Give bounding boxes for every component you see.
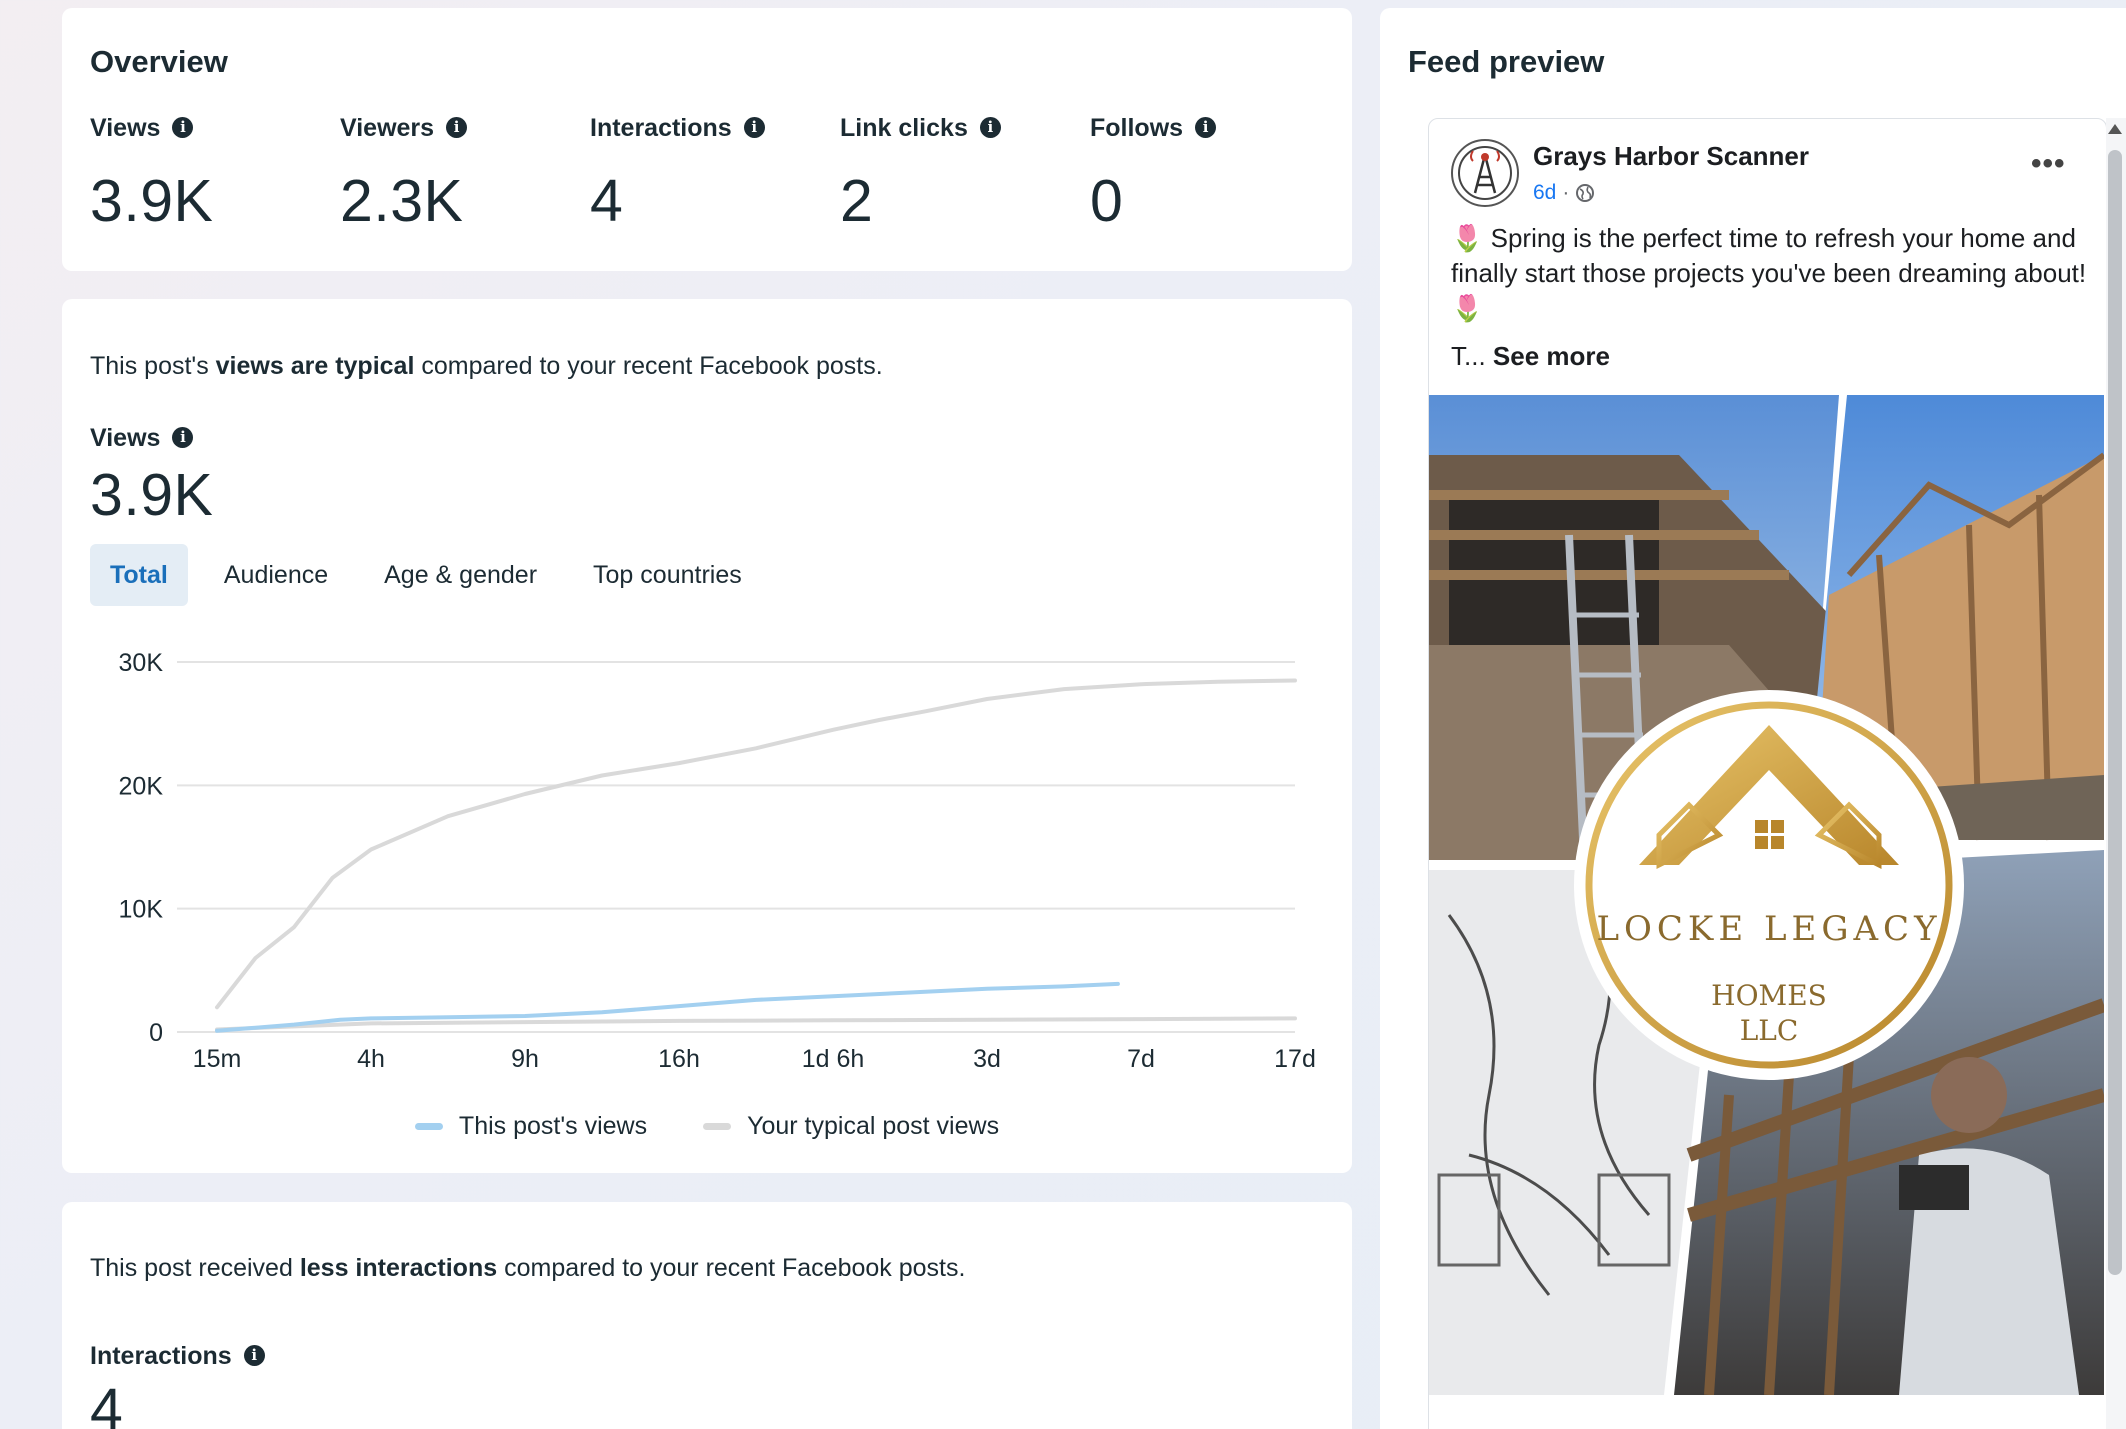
interactions-comparison-text: This post received less interactions com… (90, 1254, 965, 1283)
legend-item-this-post: This post's views (414, 1112, 648, 1141)
stat-follows: Follows i 0 (1090, 114, 1340, 235)
post-meta: 6d · (1533, 181, 1595, 205)
x-tick-label: 9h (511, 1045, 539, 1073)
stat-label: Interactions (590, 114, 732, 142)
series-line-1 (215, 678, 1297, 1010)
tab-top-countries[interactable]: Top countries (573, 544, 762, 606)
info-icon[interactable]: i (172, 116, 194, 138)
info-icon[interactable]: i (446, 116, 468, 138)
stat-label: Views (90, 114, 161, 142)
sentence-post: compared to your recent Facebook posts. (497, 1254, 966, 1282)
tulip-icon: 🌷 (1451, 293, 1484, 323)
stats-row: Views i 3.9K Viewers i 2.3K Interactions i … (90, 114, 1340, 235)
sentence-pre: This post's (90, 352, 216, 380)
scrollbar-thumb[interactable] (2108, 150, 2122, 1275)
post-body-text: Spring is the perfect time to refresh yo… (1451, 223, 2087, 288)
x-tick-label: 4h (357, 1045, 385, 1073)
truncated-text: T... (1451, 341, 1486, 371)
tulip-icon: 🌷 (1451, 223, 1484, 253)
overview-title: Overview (90, 44, 228, 79)
logo-text-line2: HOMES (1711, 979, 1827, 1012)
info-icon[interactable]: i (243, 1344, 265, 1366)
tab-age-gender[interactable]: Age & gender (364, 544, 557, 606)
stat-views: Views i 3.9K (90, 114, 340, 235)
stat-value: 4 (590, 168, 624, 234)
meta-separator: · (1562, 181, 1570, 204)
legend-swatch (703, 1123, 732, 1130)
legend-label: This post's views (458, 1112, 648, 1140)
y-tick-label: 30K (119, 649, 164, 677)
stat-value: 0 (1090, 168, 1124, 234)
x-tick-label: 7d (1127, 1045, 1155, 1073)
info-icon[interactable]: i (743, 116, 765, 138)
stat-value: 3.9K (90, 168, 214, 234)
more-options-icon[interactable]: ••• (2031, 147, 2066, 181)
post-body: 🌷 Spring is the perfect time to refresh … (1451, 221, 2091, 326)
views-comparison-text: This post's views are typical compared t… (90, 352, 883, 381)
stat-label: Link clicks (840, 114, 968, 142)
facebook-post-preview: Grays Harbor Scanner 6d · ••• 🌷 Spring i… (1428, 118, 2107, 1429)
interactions-metric-label: Interactions (90, 1342, 232, 1370)
radio-tower-icon (1458, 146, 1512, 200)
legend-label: Your typical post views (747, 1112, 1000, 1140)
info-icon[interactable]: i (1195, 116, 1217, 138)
views-line-chart: 30K 20K 10K 0 15m 4h 9h 16h 1d 6h 3d 7d 17d (119, 649, 1316, 1073)
y-tick-label: 0 (149, 1019, 163, 1047)
interactions-metric-value: 4 (90, 1377, 124, 1429)
info-icon[interactable]: i (979, 116, 1001, 138)
logo-text-line1: LOCKE LEGACY (1596, 909, 1941, 949)
logo-text-line3: LLC (1740, 1014, 1799, 1047)
post-truncated-line: T... See more (1451, 339, 1610, 374)
sentence-post: compared to your recent Facebook posts. (414, 352, 883, 380)
x-tick-label: 17d (1274, 1045, 1316, 1073)
stat-link-clicks: Link clicks i 2 (840, 114, 1090, 235)
globe-icon (1576, 184, 1595, 202)
y-tick-label: 10K (119, 896, 164, 924)
post-image[interactable]: LOCKE LEGACY HOMES LLC (1429, 395, 2104, 1395)
stat-label: Viewers (340, 114, 435, 142)
stat-value: 2.3K (340, 168, 464, 234)
interactions-card: This post received less interactions com… (62, 1202, 1352, 1429)
feed-preview-title: Feed preview (1408, 44, 1605, 79)
x-tick-label: 1d 6h (802, 1045, 865, 1073)
legend-item-typical: Your typical post views (703, 1112, 999, 1141)
stat-label: Follows (1090, 114, 1184, 142)
stat-interactions: Interactions i 4 (590, 114, 840, 235)
stat-viewers: Viewers i 2.3K (340, 114, 590, 235)
tab-audience[interactable]: Audience (204, 544, 348, 606)
sentence-bold: views are typical (215, 352, 415, 380)
info-icon[interactable]: i (172, 426, 194, 448)
tab-total[interactable]: Total (90, 544, 188, 606)
page-avatar[interactable] (1451, 139, 1519, 207)
views-metric-value: 3.9K (90, 462, 214, 528)
scroll-up-arrow-icon[interactable] (2108, 124, 2122, 134)
x-tick-label: 16h (658, 1045, 700, 1073)
legend-swatch (414, 1123, 443, 1130)
post-time[interactable]: 6d (1533, 181, 1556, 205)
sentence-bold: less interactions (299, 1254, 498, 1282)
page-name[interactable]: Grays Harbor Scanner (1533, 141, 1809, 172)
y-tick-label: 20K (119, 772, 164, 800)
views-card: This post's views are typical compared t… (62, 299, 1352, 1173)
views-metric-label: Views (90, 424, 161, 452)
x-tick-label: 3d (973, 1045, 1001, 1073)
sentence-pre: This post received (90, 1254, 300, 1282)
views-tabs: Total Audience Age & gender Top countrie… (90, 544, 778, 606)
chart-legend: This post's views Your typical post view… (62, 1112, 1352, 1141)
see-more-link[interactable]: See more (1493, 341, 1610, 371)
stat-value: 2 (840, 168, 874, 234)
x-tick-label: 15m (193, 1045, 242, 1073)
overview-card: Overview Views i 3.9K Viewers i 2.3K Inter… (62, 8, 1352, 271)
